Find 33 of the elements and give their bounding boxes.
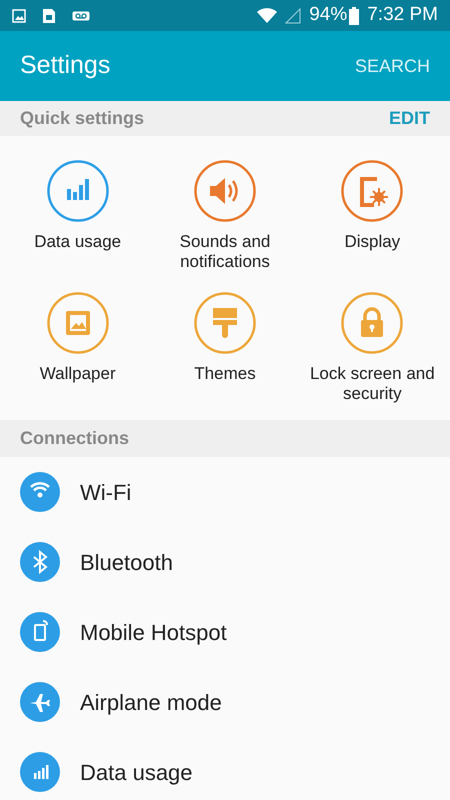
quick-setting-tile[interactable]: Themes: [151, 292, 299, 410]
settings-list-item[interactable]: Wi-Fi: [0, 457, 450, 527]
image-circle-icon: [46, 292, 109, 354]
battery-icon: [349, 6, 360, 24]
image-icon: [12, 8, 26, 22]
voicemail-icon: [72, 10, 90, 20]
paint-roller-circle-icon: [194, 292, 256, 354]
bluetooth-icon: [20, 542, 60, 582]
airplane-icon: [20, 682, 60, 722]
quick-setting-tile[interactable]: Display: [298, 160, 446, 278]
quick-setting-tile[interactable]: Wallpaper: [4, 292, 152, 410]
settings-list-item[interactable]: Airplane mode: [0, 667, 450, 737]
bar-chart-icon: [20, 752, 60, 792]
tablet-sun-circle-icon: [341, 160, 404, 222]
quick-setting-tile[interactable]: Data usage: [4, 160, 152, 278]
bar-chart-circle-icon: [46, 160, 109, 222]
hotspot-icon: [20, 612, 60, 652]
page-title: Settings: [20, 50, 110, 82]
clock-time: 7:32 PM: [367, 3, 438, 28]
wifi-icon: [20, 472, 60, 512]
quick-setting-tile[interactable]: Sounds and notifications: [151, 160, 299, 278]
wifi-icon: [257, 8, 278, 24]
quick-setting-tile[interactable]: Lock screen and security: [298, 292, 446, 410]
sim-card-icon: [42, 8, 56, 24]
settings-list-item[interactable]: Mobile Hotspot: [0, 597, 450, 667]
speaker-circle-icon: [194, 160, 256, 222]
padlock-circle-icon: [341, 292, 404, 354]
settings-list-item[interactable]: Bluetooth: [0, 527, 450, 597]
section-title: Quick settings: [20, 107, 144, 130]
battery-percent: 94%: [309, 3, 348, 28]
section-title: Connections: [20, 427, 130, 450]
settings-list-item[interactable]: Data usage: [0, 737, 450, 800]
signal-icon: [285, 8, 302, 24]
